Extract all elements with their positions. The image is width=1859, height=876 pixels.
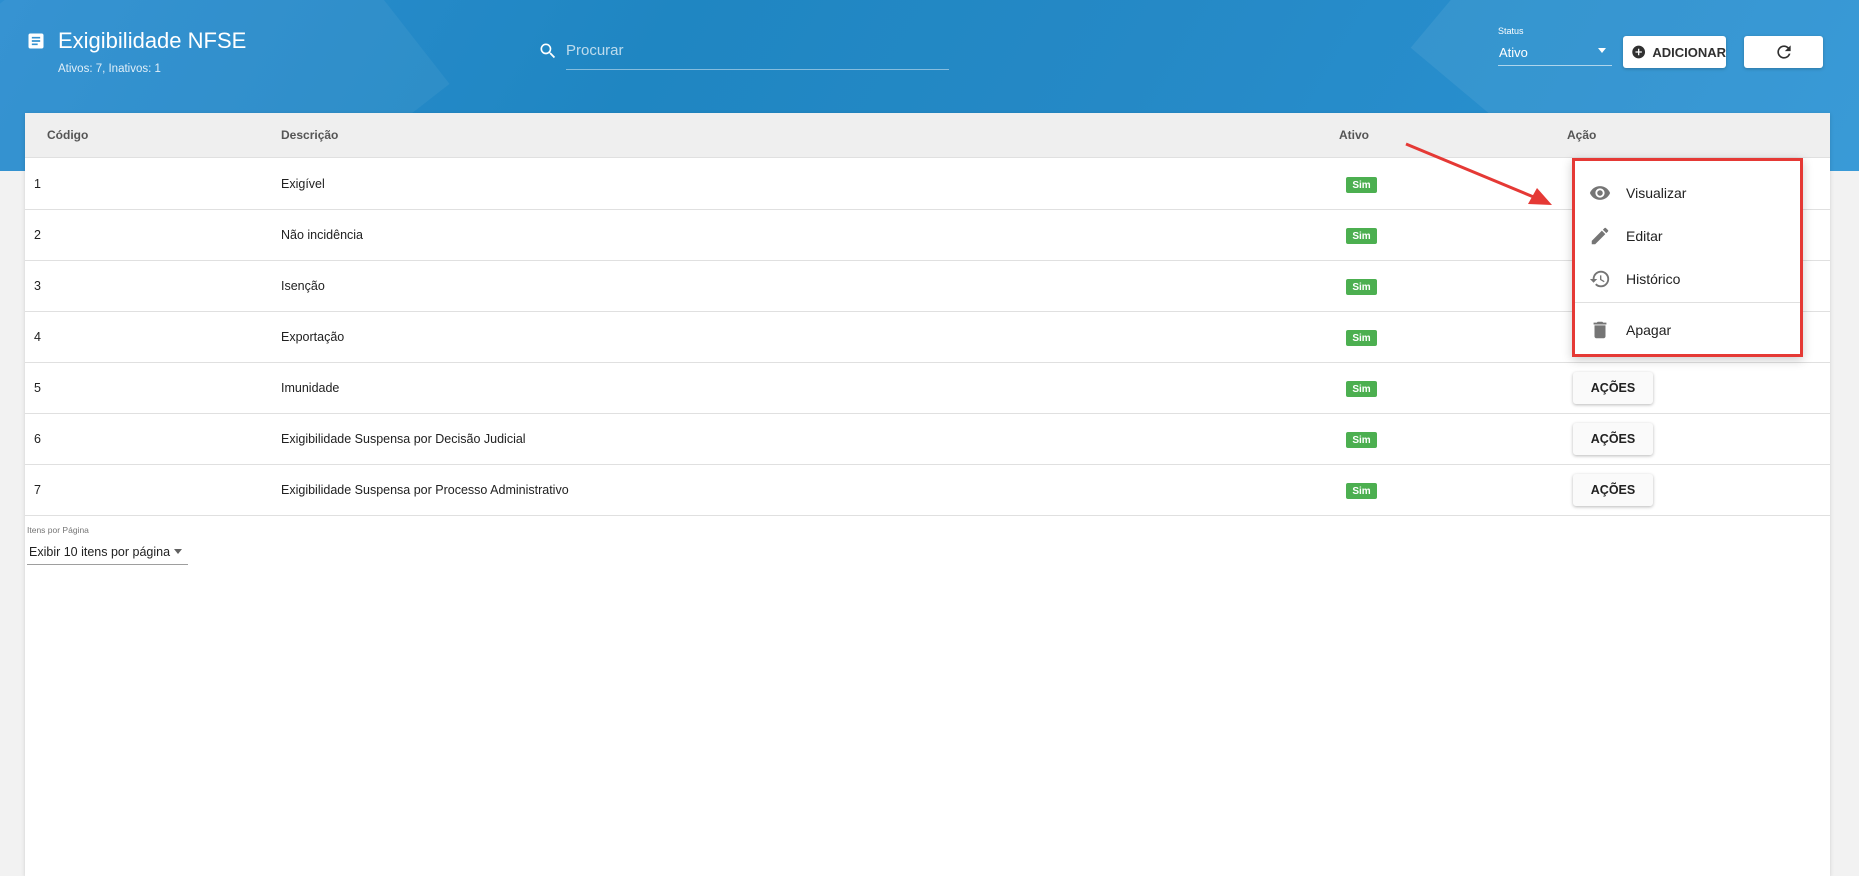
- add-button-label: ADICIONAR: [1652, 44, 1726, 60]
- table-row: 2 Não incidência Sim: [25, 210, 1830, 261]
- status-badge: Sim: [1346, 228, 1377, 244]
- menu-item-edit[interactable]: Editar: [1575, 216, 1800, 256]
- menu-item-label: Editar: [1626, 228, 1663, 244]
- items-per-page-label: Itens por Página: [27, 525, 89, 535]
- row-code: 2: [34, 228, 41, 242]
- status-badge: Sim: [1346, 432, 1377, 448]
- row-code: 6: [34, 432, 41, 446]
- row-code: 4: [34, 330, 41, 344]
- actions-button[interactable]: AÇÕES: [1573, 423, 1653, 455]
- row-code: 1: [34, 177, 41, 191]
- trash-icon: [1593, 321, 1607, 339]
- row-description: Exigibilidade Suspensa por Decisão Judic…: [281, 432, 526, 446]
- chevron-down-icon: [1598, 48, 1606, 53]
- status-select[interactable]: Ativo: [1498, 42, 1612, 66]
- refresh-icon: [1776, 45, 1791, 59]
- status-badge: Sim: [1346, 177, 1377, 193]
- row-code: 7: [34, 483, 41, 497]
- row-description: Exigível: [281, 177, 325, 191]
- column-header-code[interactable]: Código: [47, 128, 88, 142]
- row-description: Não incidência: [281, 228, 363, 242]
- column-header-action: Ação: [1567, 128, 1597, 142]
- table-card: Código Descrição Ativo Ação 1 Exigível S…: [25, 113, 1830, 876]
- add-button[interactable]: ADICIONAR: [1623, 36, 1726, 68]
- column-header-active[interactable]: Ativo: [1339, 128, 1369, 142]
- menu-item-delete[interactable]: Apagar: [1575, 310, 1800, 350]
- table-row: 7 Exigibilidade Suspensa por Processo Ad…: [25, 465, 1830, 516]
- menu-item-history[interactable]: Histórico: [1575, 259, 1800, 299]
- search-icon: [540, 43, 556, 59]
- status-badge: Sim: [1346, 279, 1377, 295]
- history-icon: [1589, 270, 1610, 288]
- pencil-icon: [1591, 227, 1609, 245]
- menu-item-label: Apagar: [1626, 322, 1672, 338]
- column-header-description[interactable]: Descrição: [281, 128, 338, 142]
- actions-menu: Visualizar Editar Histórico Apagar: [1572, 158, 1803, 357]
- refresh-button[interactable]: [1744, 36, 1823, 68]
- status-value: Ativo: [1499, 45, 1528, 60]
- document-icon: [28, 33, 44, 49]
- items-per-page-select[interactable]: Exibir 10 itens por página: [27, 539, 188, 565]
- status-badge: Sim: [1346, 330, 1377, 346]
- row-description: Isenção: [281, 279, 325, 293]
- menu-item-view[interactable]: Visualizar: [1575, 173, 1800, 213]
- menu-item-label: Visualizar: [1626, 185, 1687, 201]
- chevron-down-icon: [174, 549, 182, 554]
- status-label: Status: [1498, 26, 1524, 36]
- row-description: Exportação: [281, 330, 345, 344]
- table-row: 4 Exportação Sim: [25, 312, 1830, 363]
- page-title: Exigibilidade NFSE: [58, 28, 247, 53]
- row-code: 3: [34, 279, 41, 293]
- menu-item-label: Histórico: [1626, 271, 1681, 287]
- actions-button[interactable]: AÇÕES: [1573, 474, 1653, 506]
- search-input[interactable]: [566, 38, 949, 70]
- items-per-page-value: Exibir 10 itens por página: [29, 545, 171, 559]
- row-code: 5: [34, 381, 41, 395]
- table-row: 3 Isenção Sim: [25, 261, 1830, 312]
- eye-icon: [1589, 186, 1611, 200]
- row-description: Imunidade: [281, 381, 340, 395]
- add-circle-icon: [1632, 45, 1646, 59]
- status-badge: Sim: [1346, 381, 1377, 397]
- menu-divider: [1575, 302, 1800, 303]
- actions-button[interactable]: AÇÕES: [1573, 372, 1653, 404]
- table-row: 5 Imunidade Sim AÇÕES: [25, 363, 1830, 414]
- status-badge: Sim: [1346, 483, 1377, 499]
- row-description: Exigibilidade Suspensa por Processo Admi…: [281, 483, 569, 497]
- table-row: 6 Exigibilidade Suspensa por Decisão Jud…: [25, 414, 1830, 465]
- record-count: Ativos: 7, Inativos: 1: [58, 63, 161, 75]
- annotation-arrow: [1405, 142, 1552, 205]
